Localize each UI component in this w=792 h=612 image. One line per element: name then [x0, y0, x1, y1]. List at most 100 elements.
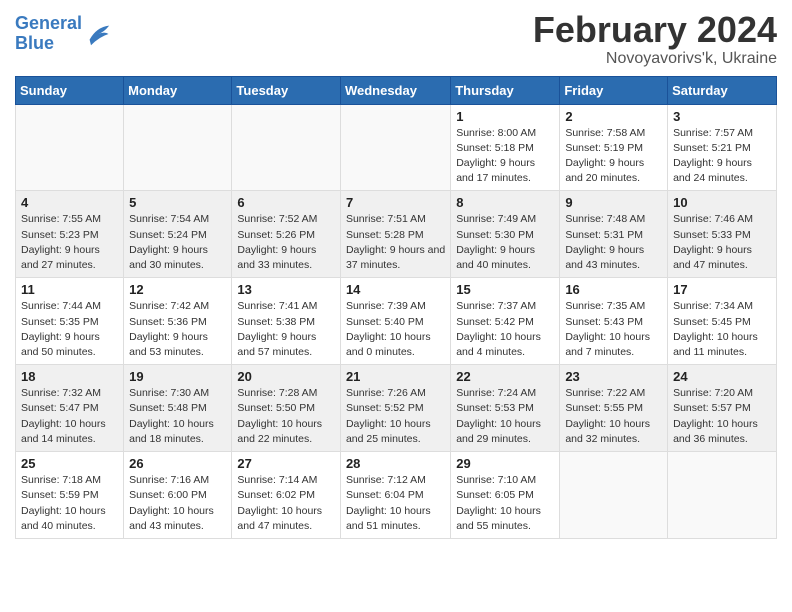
day-info: Sunrise: 7:34 AM Sunset: 5:45 PM Dayligh…	[673, 299, 771, 360]
day-info: Sunrise: 7:48 AM Sunset: 5:31 PM Dayligh…	[565, 212, 662, 273]
day-number: 23	[565, 369, 662, 384]
table-row: 26Sunrise: 7:16 AM Sunset: 6:00 PM Dayli…	[124, 452, 232, 539]
location-subtitle: Novoyavorivs'k, Ukraine	[533, 50, 777, 68]
logo-bird-icon	[84, 20, 112, 48]
day-info: Sunrise: 7:51 AM Sunset: 5:28 PM Dayligh…	[346, 212, 445, 273]
table-row: 1 Sunrise: 8:00 AM Sunset: 5:18 PM Daylig…	[451, 104, 560, 191]
table-row: 15 Sunrise: 7:37 AM Sunset: 5:42 PM Dayli…	[451, 278, 560, 365]
day-info: Sunrise: 7:49 AM Sunset: 5:30 PM Dayligh…	[456, 212, 554, 273]
calendar-week-row: 18 Sunrise: 7:32 AM Sunset: 5:47 PM Dayli…	[16, 365, 777, 452]
day-number: 13	[237, 282, 335, 297]
table-row: 20 Sunrise: 7:28 AM Sunset: 5:50 PM Dayli…	[232, 365, 341, 452]
table-row: 8 Sunrise: 7:49 AM Sunset: 5:30 PM Daylig…	[451, 191, 560, 278]
calendar-week-row: 1 Sunrise: 8:00 AM Sunset: 5:18 PM Daylig…	[16, 104, 777, 191]
day-info: Sunrise: 7:14 AM Sunset: 6:02 PM Dayligh…	[237, 473, 335, 534]
day-number: 27	[237, 456, 335, 471]
day-info: Sunrise: 7:20 AM Sunset: 5:57 PM Dayligh…	[673, 386, 771, 447]
day-info: Sunrise: 7:37 AM Sunset: 5:42 PM Dayligh…	[456, 299, 554, 360]
day-number: 11	[21, 282, 118, 297]
day-info: Sunrise: 7:41 AM Sunset: 5:38 PM Dayligh…	[237, 299, 335, 360]
day-number: 26	[129, 456, 226, 471]
header-friday: Friday	[560, 76, 668, 104]
day-number: 18	[21, 369, 118, 384]
header-wednesday: Wednesday	[340, 76, 450, 104]
day-number: 9	[565, 195, 662, 210]
day-info: Sunrise: 7:10 AM Sunset: 6:05 PM Dayligh…	[456, 473, 554, 534]
day-number: 1	[456, 109, 554, 124]
day-number: 20	[237, 369, 335, 384]
day-number: 15	[456, 282, 554, 297]
day-info: Sunrise: 7:18 AM Sunset: 5:59 PM Dayligh…	[21, 473, 118, 534]
header: General Blue February 2024 Novoyavorivs'…	[15, 10, 777, 68]
calendar-table: Sunday Monday Tuesday Wednesday Thursday…	[15, 76, 777, 539]
table-row: 10Sunrise: 7:46 AM Sunset: 5:33 PM Dayli…	[668, 191, 777, 278]
header-thursday: Thursday	[451, 76, 560, 104]
table-row: 12 Sunrise: 7:42 AM Sunset: 5:36 PM Dayli…	[124, 278, 232, 365]
day-number: 21	[346, 369, 445, 384]
table-row: 6Sunrise: 7:52 AM Sunset: 5:26 PM Daylig…	[232, 191, 341, 278]
day-info: Sunrise: 7:44 AM Sunset: 5:35 PM Dayligh…	[21, 299, 118, 360]
day-number: 4	[21, 195, 118, 210]
day-info: Sunrise: 7:28 AM Sunset: 5:50 PM Dayligh…	[237, 386, 335, 447]
weekday-header-row: Sunday Monday Tuesday Wednesday Thursday…	[16, 76, 777, 104]
table-row: 17 Sunrise: 7:34 AM Sunset: 5:45 PM Dayli…	[668, 278, 777, 365]
day-info: Sunrise: 7:32 AM Sunset: 5:47 PM Dayligh…	[21, 386, 118, 447]
table-row: 19Sunrise: 7:30 AM Sunset: 5:48 PM Dayli…	[124, 365, 232, 452]
day-info: Sunrise: 8:00 AM Sunset: 5:18 PM Dayligh…	[456, 126, 554, 187]
day-number: 17	[673, 282, 771, 297]
day-number: 14	[346, 282, 445, 297]
table-row	[560, 452, 668, 539]
day-number: 2	[565, 109, 662, 124]
table-row: 5Sunrise: 7:54 AM Sunset: 5:24 PM Daylig…	[124, 191, 232, 278]
day-info: Sunrise: 7:30 AM Sunset: 5:48 PM Dayligh…	[129, 386, 226, 447]
logo: General Blue	[15, 14, 112, 54]
table-row: 27 Sunrise: 7:14 AM Sunset: 6:02 PM Dayli…	[232, 452, 341, 539]
table-row: 3 Sunrise: 7:57 AM Sunset: 5:21 PM Daylig…	[668, 104, 777, 191]
header-sunday: Sunday	[16, 76, 124, 104]
table-row: 9 Sunrise: 7:48 AM Sunset: 5:31 PM Daylig…	[560, 191, 668, 278]
table-row	[16, 104, 124, 191]
table-row	[232, 104, 341, 191]
day-info: Sunrise: 7:55 AM Sunset: 5:23 PM Dayligh…	[21, 212, 118, 273]
day-number: 25	[21, 456, 118, 471]
table-row: 11 Sunrise: 7:44 AM Sunset: 5:35 PM Dayli…	[16, 278, 124, 365]
table-row: 21Sunrise: 7:26 AM Sunset: 5:52 PM Dayli…	[340, 365, 450, 452]
title-block: February 2024 Novoyavorivs'k, Ukraine	[533, 10, 777, 68]
table-row: 13 Sunrise: 7:41 AM Sunset: 5:38 PM Dayli…	[232, 278, 341, 365]
header-tuesday: Tuesday	[232, 76, 341, 104]
table-row: 16 Sunrise: 7:35 AM Sunset: 5:43 PM Dayli…	[560, 278, 668, 365]
day-number: 29	[456, 456, 554, 471]
day-number: 16	[565, 282, 662, 297]
table-row: 4 Sunrise: 7:55 AM Sunset: 5:23 PM Daylig…	[16, 191, 124, 278]
table-row: 23 Sunrise: 7:22 AM Sunset: 5:55 PM Dayli…	[560, 365, 668, 452]
day-info: Sunrise: 7:46 AM Sunset: 5:33 PM Dayligh…	[673, 212, 771, 273]
table-row	[124, 104, 232, 191]
table-row: 7 Sunrise: 7:51 AM Sunset: 5:28 PM Daylig…	[340, 191, 450, 278]
day-number: 3	[673, 109, 771, 124]
day-info: Sunrise: 7:58 AM Sunset: 5:19 PM Dayligh…	[565, 126, 662, 187]
header-saturday: Saturday	[668, 76, 777, 104]
day-info: Sunrise: 7:57 AM Sunset: 5:21 PM Dayligh…	[673, 126, 771, 187]
day-info: Sunrise: 7:42 AM Sunset: 5:36 PM Dayligh…	[129, 299, 226, 360]
table-row: 29 Sunrise: 7:10 AM Sunset: 6:05 PM Dayli…	[451, 452, 560, 539]
day-number: 5	[129, 195, 226, 210]
day-info: Sunrise: 7:35 AM Sunset: 5:43 PM Dayligh…	[565, 299, 662, 360]
day-info: Sunrise: 7:22 AM Sunset: 5:55 PM Dayligh…	[565, 386, 662, 447]
table-row: 25 Sunrise: 7:18 AM Sunset: 5:59 PM Dayli…	[16, 452, 124, 539]
page-container: General Blue February 2024 Novoyavorivs'…	[0, 0, 792, 549]
calendar-week-row: 4 Sunrise: 7:55 AM Sunset: 5:23 PM Daylig…	[16, 191, 777, 278]
table-row: 18 Sunrise: 7:32 AM Sunset: 5:47 PM Dayli…	[16, 365, 124, 452]
day-number: 22	[456, 369, 554, 384]
calendar-week-row: 25 Sunrise: 7:18 AM Sunset: 5:59 PM Dayli…	[16, 452, 777, 539]
day-info: Sunrise: 7:12 AM Sunset: 6:04 PM Dayligh…	[346, 473, 445, 534]
day-number: 28	[346, 456, 445, 471]
logo-text: General Blue	[15, 14, 82, 54]
table-row: 28 Sunrise: 7:12 AM Sunset: 6:04 PM Dayli…	[340, 452, 450, 539]
day-number: 7	[346, 195, 445, 210]
table-row: 24Sunrise: 7:20 AM Sunset: 5:57 PM Dayli…	[668, 365, 777, 452]
table-row: 14Sunrise: 7:39 AM Sunset: 5:40 PM Dayli…	[340, 278, 450, 365]
header-monday: Monday	[124, 76, 232, 104]
table-row: 22Sunrise: 7:24 AM Sunset: 5:53 PM Dayli…	[451, 365, 560, 452]
day-number: 8	[456, 195, 554, 210]
day-number: 12	[129, 282, 226, 297]
